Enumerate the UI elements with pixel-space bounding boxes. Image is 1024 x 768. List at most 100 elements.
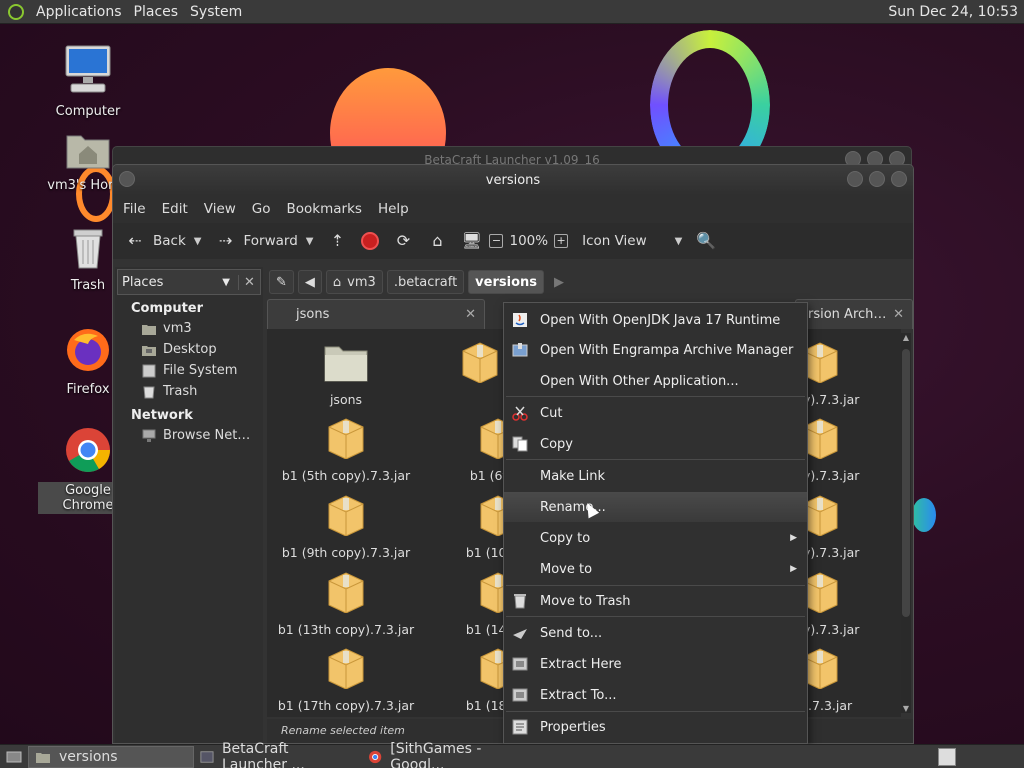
- close-tab-icon[interactable]: ✕: [893, 307, 904, 322]
- file-item[interactable]: b1 (17th copy).7.3.jar: [271, 647, 421, 713]
- context-menu-item-cut[interactable]: Cut: [504, 398, 807, 428]
- scrollbar-thumb[interactable]: [902, 349, 910, 617]
- scrollbar[interactable]: ▲ ▼: [901, 333, 911, 713]
- edit-path-button[interactable]: ✎: [269, 270, 294, 294]
- chevron-down-icon: ▼: [674, 235, 683, 247]
- places-menu[interactable]: Places: [128, 4, 185, 20]
- context-menu-item-label: Send to...: [540, 625, 603, 641]
- file-item[interactable]: b1 (5th copy).7.3.jar: [271, 417, 421, 483]
- sidebar-selector[interactable]: Places ▼ ✕: [117, 269, 261, 295]
- close-sidebar-icon[interactable]: ✕: [238, 274, 260, 290]
- file-item[interactable]: jsons: [271, 341, 421, 407]
- maximize-button[interactable]: [869, 171, 885, 187]
- up-button[interactable]: ⇡: [323, 227, 351, 255]
- file-item[interactable]: b1 (13th copy).7.3.jar: [271, 571, 421, 637]
- zoom-level: 100%: [509, 233, 549, 249]
- context-menu-item-move-to[interactable]: Move to ▶: [504, 554, 807, 584]
- home-icon: ⌂: [432, 231, 443, 250]
- scroll-down-icon[interactable]: ▼: [901, 704, 911, 713]
- back-button[interactable]: ⇠ Back ▼: [121, 227, 205, 255]
- sidebar-item-file-system[interactable]: File System: [115, 360, 263, 381]
- zoom-in-icon[interactable]: +: [554, 234, 569, 248]
- search-button[interactable]: 🔍: [692, 227, 720, 255]
- window-menu-button[interactable]: [119, 171, 135, 187]
- tab-label: jsons: [296, 307, 330, 322]
- chevron-down-icon[interactable]: ▼: [194, 236, 202, 247]
- context-menu-item-extract-to[interactable]: Extract To...: [504, 680, 807, 710]
- desktop-folder-icon: [142, 345, 156, 356]
- computer-button[interactable]: 🖥: [457, 227, 485, 255]
- path-segment-label: versions: [475, 274, 537, 290]
- minimize-button[interactable]: [847, 171, 863, 187]
- close-tab-icon[interactable]: ✕: [465, 307, 476, 322]
- system-menu[interactable]: System: [184, 4, 248, 20]
- forward-button[interactable]: ⇢ Forward ▼: [211, 227, 317, 255]
- titlebar[interactable]: versions: [113, 165, 913, 195]
- context-menu-item-copy-to[interactable]: Copy to ▶: [504, 523, 807, 553]
- sidebar-item-trash[interactable]: Trash: [115, 381, 263, 402]
- home-folder-icon: [66, 135, 110, 169]
- java-icon: [513, 313, 527, 327]
- clock[interactable]: Sun Dec 24, 10:53: [888, 4, 1024, 20]
- tab-version-archive[interactable]: rsion Arch… ✕: [795, 299, 913, 329]
- context-menu-item-extract-here[interactable]: Extract Here: [504, 649, 807, 679]
- home-button[interactable]: ⌂: [423, 227, 451, 255]
- jar-package-icon: [328, 572, 364, 614]
- jar-package-icon: [328, 495, 364, 537]
- mate-logo-icon[interactable]: [8, 3, 24, 20]
- network-icon: [142, 429, 156, 442]
- zoom-out-icon[interactable]: −: [489, 234, 504, 248]
- sidebar-item-desktop[interactable]: Desktop: [115, 339, 263, 360]
- file-item[interactable]: b1 (9th copy).7.3.jar: [271, 494, 421, 560]
- chevron-down-icon[interactable]: ▼: [306, 236, 314, 247]
- bottom-panel: versions BetaCraft Launcher ... [SithGam…: [0, 741, 1024, 768]
- context-menu-item-rename[interactable]: Rename...: [504, 492, 807, 522]
- view-mode-select[interactable]: Icon View ▼: [578, 227, 686, 255]
- back-label: Back: [153, 233, 186, 249]
- tab-jsons[interactable]: jsons ✕: [267, 299, 485, 329]
- close-button[interactable]: [891, 171, 907, 187]
- menu-edit[interactable]: Edit: [156, 201, 194, 217]
- applications-menu[interactable]: Applications: [30, 4, 128, 20]
- context-menu-item-label: Open With Engrampa Archive Manager: [540, 342, 794, 358]
- send-icon: [513, 629, 527, 639]
- context-menu-item-label: Extract To...: [540, 687, 617, 703]
- scroll-up-icon[interactable]: ▲: [901, 333, 911, 342]
- menu-help[interactable]: Help: [372, 201, 415, 217]
- drive-icon: [142, 364, 156, 377]
- sidebar-item-label: Browse Net…: [163, 428, 251, 443]
- taskbar-item-versions[interactable]: versions: [28, 745, 194, 768]
- menu-separator: [506, 616, 805, 617]
- context-menu-item-move-to-trash[interactable]: Move to Trash: [504, 586, 807, 616]
- path-segment-label: .betacraft: [393, 274, 458, 290]
- reload-button[interactable]: ⟳: [389, 227, 417, 255]
- context-menu-item-properties[interactable]: Properties: [504, 712, 807, 742]
- context-menu-item-copy[interactable]: Copy: [504, 429, 807, 459]
- context-menu-item-open-with-other-application[interactable]: Open With Other Application...: [504, 366, 807, 396]
- wallpaper-teal-shape: [912, 498, 936, 532]
- folder-icon: [324, 346, 368, 382]
- menu-file[interactable]: File: [117, 201, 152, 217]
- context-menu-item-make-link[interactable]: Make Link: [504, 461, 807, 491]
- sidebar-item-vm3[interactable]: vm3: [115, 318, 263, 339]
- menu-view[interactable]: View: [198, 201, 242, 217]
- menu-bookmarks[interactable]: Bookmarks: [281, 201, 368, 217]
- taskbar-item-betacraft[interactable]: BetaCraft Launcher ...: [194, 741, 362, 768]
- show-desktop-button[interactable]: [0, 746, 28, 768]
- taskbar-item-chrome[interactable]: [SithGames - Googl...: [362, 741, 530, 768]
- path-segment-vm3[interactable]: ⌂ vm3: [325, 270, 383, 294]
- workspace-switcher[interactable]: [938, 747, 956, 766]
- path-segment-betacraft[interactable]: .betacraft: [386, 270, 465, 294]
- menu-go[interactable]: Go: [246, 201, 277, 217]
- stop-button[interactable]: [357, 227, 383, 255]
- desktop-icon-computer[interactable]: Computer: [38, 44, 138, 119]
- path-left-arrow[interactable]: ◀: [297, 270, 322, 294]
- context-menu-item-open-with-openjdk-java-17-runtime[interactable]: Open With OpenJDK Java 17 Runtime: [504, 305, 807, 335]
- path-segment-versions[interactable]: versions: [468, 270, 544, 294]
- show-desktop-icon: [6, 751, 22, 762]
- sidebar-item-browse-network[interactable]: Browse Net…: [115, 425, 263, 446]
- context-menu-item-send-to[interactable]: Send to...: [504, 618, 807, 648]
- path-right-arrow[interactable]: ▶: [548, 270, 570, 294]
- context-menu-item-open-with-engrampa-archive-manager[interactable]: Open With Engrampa Archive Manager: [504, 335, 807, 365]
- sidebar-group-network: Network: [131, 408, 193, 423]
